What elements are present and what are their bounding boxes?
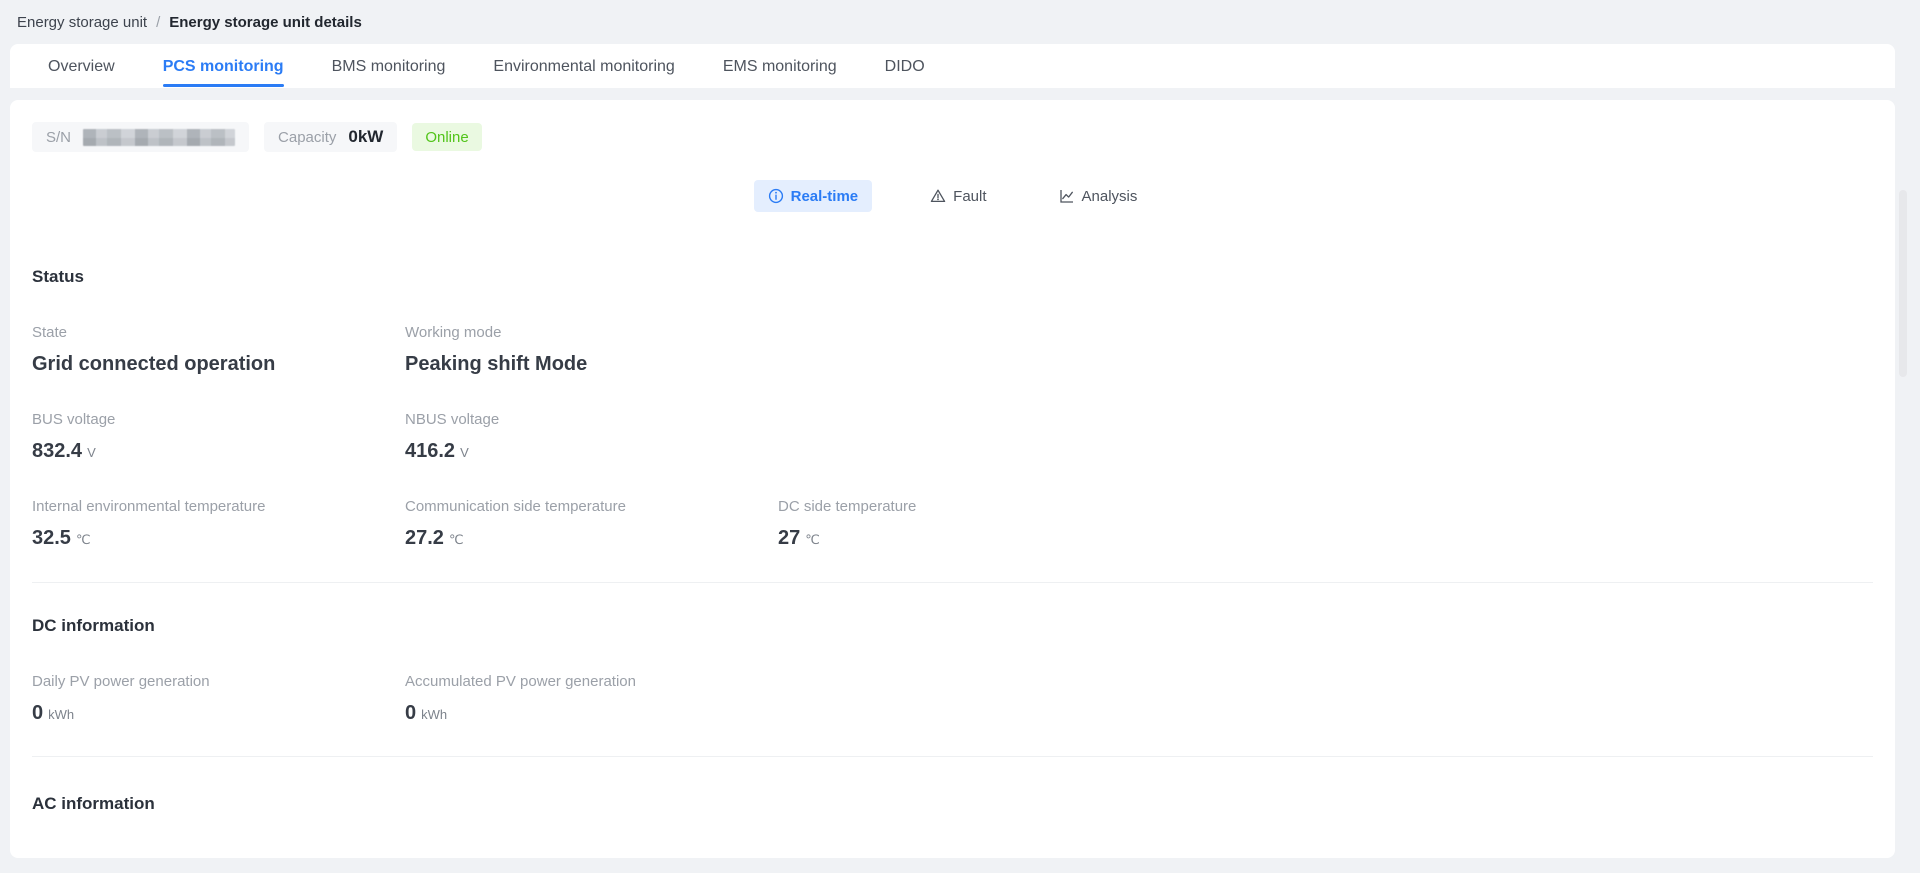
serial-number-pill: S/N bbox=[32, 122, 249, 152]
field-unit: V bbox=[460, 445, 469, 460]
field-unit: kWh bbox=[48, 707, 74, 722]
info-circle-icon bbox=[768, 188, 784, 204]
ac-row-1-clipped: Grid A phase voltage Grid AB line voltag… bbox=[32, 856, 1873, 858]
field-nbus-voltage: NBUS voltage 416.2 V bbox=[405, 411, 778, 465]
breadcrumb-separator: / bbox=[156, 14, 160, 31]
serial-number-label: S/N bbox=[46, 129, 71, 146]
view-tab-fault[interactable]: Fault bbox=[916, 180, 1000, 212]
tab-pcs-monitoring[interactable]: PCS monitoring bbox=[139, 44, 308, 88]
field-value: 0 bbox=[405, 702, 416, 724]
view-tab-label: Fault bbox=[953, 188, 986, 205]
field-label: BUS voltage bbox=[32, 411, 405, 429]
field-daily-pv-generation: Daily PV power generation 0 kWh bbox=[32, 673, 405, 727]
field-unit: ℃ bbox=[449, 532, 464, 547]
breadcrumb-current-page: Energy storage unit details bbox=[169, 14, 362, 31]
section-divider bbox=[32, 756, 1873, 757]
status-row-3: Internal environmental temperature 32.5 ℃… bbox=[32, 498, 1873, 552]
field-dc-side-temperature: DC side temperature 27 ℃ bbox=[778, 498, 1151, 552]
field-label: State bbox=[32, 324, 405, 342]
online-status-badge: Online bbox=[412, 123, 481, 151]
field-label: DC side temperature bbox=[778, 498, 1151, 516]
capacity-label: Capacity bbox=[278, 129, 336, 146]
pcs-monitoring-panel: S/N Capacity 0kW Online Real-time Fault bbox=[10, 100, 1895, 858]
section-divider bbox=[32, 582, 1873, 583]
field-label: Accumulated PV power generation bbox=[405, 673, 778, 691]
field-ac-3: Grid B phase voltage bbox=[778, 856, 1151, 858]
field-communication-side-temperature: Communication side temperature 27.2 ℃ bbox=[405, 498, 778, 552]
breadcrumb: Energy storage unit / Energy storage uni… bbox=[0, 0, 1920, 44]
field-label: Frequency AB phase bbox=[1151, 856, 1524, 858]
device-info-row: S/N Capacity 0kW Online bbox=[32, 122, 1873, 152]
field-label: Daily PV power generation bbox=[32, 673, 405, 691]
field-label: Working mode bbox=[405, 324, 778, 342]
field-ac-1: Grid A phase voltage bbox=[32, 856, 405, 858]
tab-overview[interactable]: Overview bbox=[24, 44, 139, 88]
field-state: State Grid connected operation bbox=[32, 324, 405, 378]
status-row-1: State Grid connected operation Working m… bbox=[32, 324, 1873, 378]
view-tab-analysis[interactable]: Analysis bbox=[1045, 180, 1152, 212]
tab-bms-monitoring[interactable]: BMS monitoring bbox=[308, 44, 470, 88]
view-tab-realtime[interactable]: Real-time bbox=[754, 180, 873, 212]
field-accumulated-pv-generation: Accumulated PV power generation 0 kWh bbox=[405, 673, 778, 727]
tab-environmental-monitoring[interactable]: Environmental monitoring bbox=[469, 44, 698, 88]
vertical-scrollbar-thumb[interactable] bbox=[1899, 190, 1907, 377]
field-value: 27 bbox=[778, 527, 800, 549]
line-chart-icon bbox=[1059, 188, 1075, 204]
field-unit: ℃ bbox=[76, 532, 91, 547]
field-value: Peaking shift Mode bbox=[405, 353, 587, 375]
field-label: Grid B phase voltage bbox=[778, 856, 1151, 858]
field-label: NBUS voltage bbox=[405, 411, 778, 429]
tab-ems-monitoring[interactable]: EMS monitoring bbox=[699, 44, 861, 88]
field-label: Internal environmental temperature bbox=[32, 498, 405, 516]
field-value: 32.5 bbox=[32, 527, 71, 549]
field-value: 416.2 bbox=[405, 440, 455, 462]
field-value: 27.2 bbox=[405, 527, 444, 549]
field-ac-2: Grid AB line voltage bbox=[405, 856, 778, 858]
warning-triangle-icon bbox=[930, 188, 946, 204]
section-title-dc-information: DC information bbox=[32, 615, 1873, 637]
view-tab-label: Real-time bbox=[791, 188, 859, 205]
field-label: Grid A phase voltage bbox=[32, 856, 405, 858]
field-ac-4: Frequency AB phase bbox=[1151, 856, 1524, 858]
field-value: 0 bbox=[32, 702, 43, 724]
field-unit: kWh bbox=[421, 707, 447, 722]
field-bus-voltage: BUS voltage 832.4 V bbox=[32, 411, 405, 465]
field-label: Communication side temperature bbox=[405, 498, 778, 516]
field-unit: ℃ bbox=[805, 532, 820, 547]
view-tab-label: Analysis bbox=[1082, 188, 1138, 205]
field-value: Grid connected operation bbox=[32, 353, 275, 375]
view-tab-group: Real-time Fault Analysis bbox=[32, 180, 1873, 212]
field-unit: V bbox=[87, 445, 96, 460]
monitoring-tab-bar: Overview PCS monitoring BMS monitoring E… bbox=[10, 44, 1895, 88]
breadcrumb-parent-link[interactable]: Energy storage unit bbox=[17, 14, 147, 31]
field-label: Grid AB line voltage bbox=[405, 856, 778, 858]
field-working-mode: Working mode Peaking shift Mode bbox=[405, 324, 778, 378]
capacity-value: 0kW bbox=[348, 127, 383, 147]
tab-dido[interactable]: DIDO bbox=[861, 44, 949, 88]
dc-row-1: Daily PV power generation 0 kWh Accumulat… bbox=[32, 673, 1873, 727]
capacity-pill: Capacity 0kW bbox=[264, 122, 397, 152]
section-title-status: Status bbox=[32, 266, 1873, 288]
serial-number-redacted-value bbox=[83, 129, 235, 146]
status-row-2: BUS voltage 832.4 V NBUS voltage 416.2 V bbox=[32, 411, 1873, 465]
section-title-ac-information: AC information bbox=[32, 793, 1873, 815]
field-value: 832.4 bbox=[32, 440, 82, 462]
field-internal-env-temperature: Internal environmental temperature 32.5 ℃ bbox=[32, 498, 405, 552]
